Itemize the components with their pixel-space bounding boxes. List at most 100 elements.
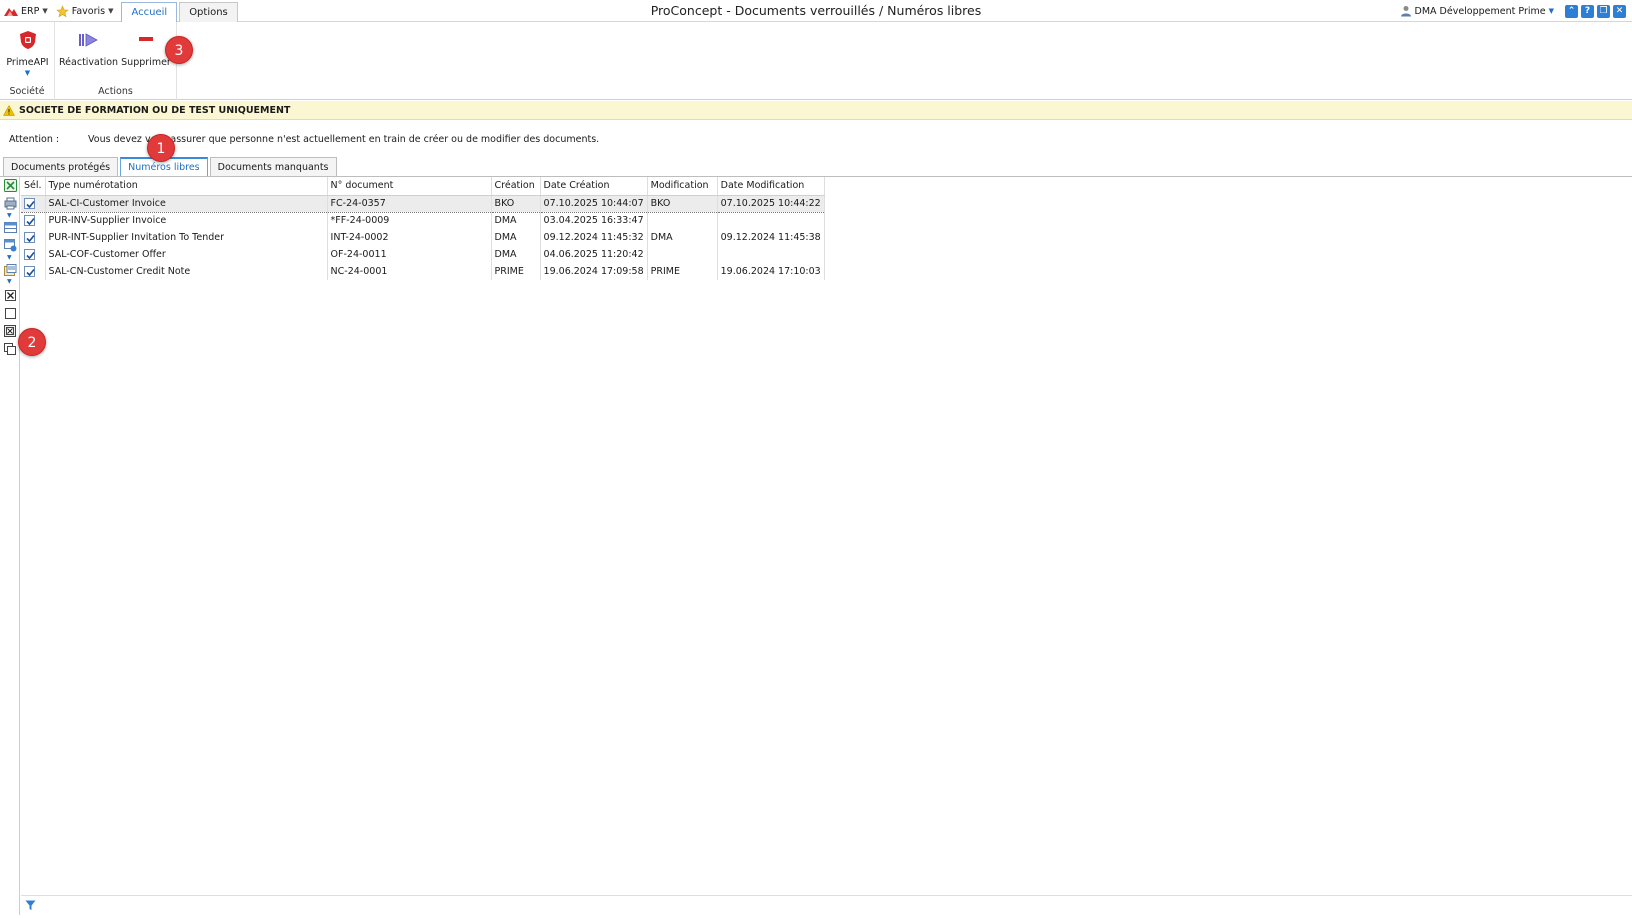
- chevron-down-icon: ▼: [108, 7, 114, 15]
- table-row[interactable]: SAL-CN-Customer Credit Note NC-24-0001 P…: [21, 263, 825, 280]
- primeapi-button[interactable]: PrimeAPI ▼: [4, 28, 51, 77]
- callout-marker-2: 2: [18, 328, 46, 356]
- modification-cell: [647, 246, 718, 263]
- tab-accueil[interactable]: Accueil: [121, 2, 178, 22]
- date-creation-cell: 04.06.2025 11:20:42: [540, 246, 648, 263]
- chevron-down-icon: ▼: [42, 7, 48, 15]
- grid-filter-bar: [21, 895, 1632, 914]
- row-checkbox[interactable]: [24, 266, 35, 277]
- chevron-down-icon[interactable]: ▼: [7, 212, 12, 219]
- column-header-sel[interactable]: Sél.: [21, 177, 46, 196]
- user-icon: [1400, 5, 1412, 17]
- select-cell: [21, 194, 46, 213]
- column-header-date-creation[interactable]: Date Création: [540, 177, 648, 196]
- select-cell: [21, 246, 46, 263]
- tab-label: Documents protégés: [11, 161, 111, 173]
- column-header-modification[interactable]: Modification: [647, 177, 718, 196]
- favoris-menu[interactable]: Favoris ▼: [56, 0, 114, 22]
- row-checkbox[interactable]: [24, 232, 35, 243]
- type-cell: SAL-CN-Customer Credit Note: [45, 263, 328, 280]
- warning-icon: [3, 104, 15, 116]
- test-company-banner: SOCIETE DE FORMATION OU DE TEST UNIQUEME…: [0, 101, 1632, 120]
- copy-selection-button[interactable]: [3, 342, 17, 357]
- collapse-icon: ⌃: [1567, 5, 1576, 16]
- layout-button[interactable]: [3, 239, 17, 254]
- chevron-down-icon[interactable]: ▼: [7, 278, 12, 285]
- document-cell: INT-24-0002: [327, 229, 492, 246]
- row-checkbox[interactable]: [24, 249, 35, 260]
- ribbon-group-societe: PrimeAPI ▼ Société: [0, 22, 55, 100]
- creation-cell: DMA: [491, 229, 541, 246]
- grid-header-row: Sél. Type numérotation N° document Créat…: [21, 177, 825, 196]
- date-creation-cell: 09.12.2024 11:45:32: [540, 229, 648, 246]
- user-menu[interactable]: DMA Développement Prime ▼: [1400, 5, 1554, 17]
- creation-cell: DMA: [491, 246, 541, 263]
- date-modification-cell: 19.06.2024 17:10:03: [717, 263, 825, 280]
- checkmark-icon: [26, 200, 35, 209]
- restore-icon: ❐: [1599, 5, 1608, 16]
- type-cell: PUR-INT-Supplier Invitation To Tender: [45, 229, 328, 246]
- chevron-down-icon[interactable]: ▼: [7, 254, 12, 261]
- column-header-document[interactable]: N° document: [327, 177, 492, 196]
- deselect-all-button[interactable]: [3, 308, 17, 322]
- date-creation-cell: 19.06.2024 17:09:58: [540, 263, 648, 280]
- grid-toolbar: ▼ ▼ ▼: [0, 177, 20, 915]
- creation-cell: BKO: [491, 194, 541, 213]
- type-cell: SAL-CI-Customer Invoice: [45, 194, 328, 213]
- tab-options[interactable]: Options: [179, 2, 238, 22]
- creation-cell: PRIME: [491, 263, 541, 280]
- table-row[interactable]: SAL-CI-Customer Invoice FC-24-0357 BKO 0…: [21, 194, 825, 213]
- invert-selection-icon: [4, 324, 16, 340]
- checkmark-icon: [26, 251, 35, 260]
- chevron-down-icon: ▼: [1548, 7, 1554, 15]
- filter-icon[interactable]: [25, 900, 36, 914]
- reactivation-button[interactable]: Réactivation: [59, 28, 119, 68]
- supprimer-label: Supprimer: [121, 57, 171, 68]
- ribbon: PrimeAPI ▼ Société Réactivation Supprime…: [0, 22, 1632, 100]
- tab-documents-proteges[interactable]: Documents protégés: [3, 157, 119, 176]
- chevron-down-icon: ▼: [24, 69, 31, 77]
- tab-documents-manquants[interactable]: Documents manquants: [209, 157, 337, 176]
- column-header-date-modification[interactable]: Date Modification: [717, 177, 825, 196]
- invert-selection-button[interactable]: [3, 324, 17, 340]
- check-all-icon: [4, 290, 16, 304]
- close-icon: ✕: [1615, 5, 1624, 16]
- export-excel-button[interactable]: [3, 179, 17, 195]
- document-cell: NC-24-0001: [327, 263, 492, 280]
- restore-button[interactable]: ❐: [1597, 4, 1610, 18]
- date-modification-cell: 09.12.2024 11:45:38: [717, 229, 825, 246]
- help-icon: ?: [1584, 5, 1591, 16]
- collapse-ribbon-button[interactable]: ⌃: [1565, 4, 1578, 18]
- close-button[interactable]: ✕: [1613, 4, 1626, 18]
- grid-settings-button[interactable]: [3, 264, 17, 279]
- help-button[interactable]: ?: [1581, 4, 1594, 18]
- free-numbers-grid: Sél. Type numérotation N° document Créat…: [21, 177, 825, 280]
- columns-button[interactable]: [3, 222, 17, 236]
- ribbon-group-label: Actions: [98, 86, 133, 97]
- tab-accueil-label: Accueil: [131, 7, 168, 18]
- grid-area: ▼ ▼ ▼ Sél. Type numérotation N° document…: [0, 176, 1632, 915]
- supprimer-button[interactable]: Supprimer: [121, 28, 171, 68]
- table-row[interactable]: PUR-INV-Supplier Invoice *FF-24-0009 DMA…: [21, 212, 825, 229]
- erp-menu[interactable]: ERP ▼: [4, 0, 48, 22]
- column-header-type[interactable]: Type numérotation: [45, 177, 328, 196]
- select-all-button[interactable]: [3, 290, 17, 304]
- type-cell: PUR-INV-Supplier Invoice: [45, 212, 328, 229]
- ribbon-group-label: Société: [9, 86, 45, 97]
- erp-menu-label: ERP: [21, 5, 40, 17]
- reactivation-label: Réactivation: [59, 57, 119, 68]
- table-row[interactable]: PUR-INT-Supplier Invitation To Tender IN…: [21, 229, 825, 246]
- excel-icon: [3, 179, 17, 195]
- print-button[interactable]: [3, 197, 17, 213]
- callout-marker-1: 1: [147, 134, 175, 162]
- printer-icon: [4, 197, 17, 213]
- column-header-creation[interactable]: Création: [491, 177, 541, 196]
- table-row[interactable]: SAL-COF-Customer Offer OF-24-0011 DMA 04…: [21, 246, 825, 263]
- checkmark-icon: [26, 218, 35, 226]
- type-cell: SAL-COF-Customer Offer: [45, 246, 328, 263]
- modification-cell: [647, 212, 718, 229]
- modification-cell: BKO: [647, 194, 718, 213]
- row-checkbox[interactable]: [24, 215, 35, 227]
- row-checkbox[interactable]: [24, 198, 35, 209]
- columns-icon: [3, 221, 17, 237]
